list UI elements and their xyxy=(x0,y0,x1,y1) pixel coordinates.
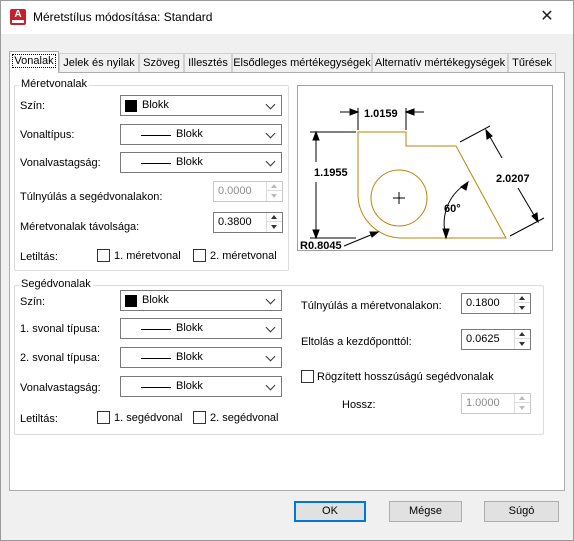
dim-color-value: Blokk xyxy=(142,99,169,111)
chevron-down-icon xyxy=(266,129,276,139)
dim-color-label: Szín: xyxy=(20,100,46,112)
ext-lineweight-combo[interactable]: Blokk xyxy=(120,376,282,397)
ext-linetype1-label: 1. svonal típusa: xyxy=(20,323,101,335)
ok-button[interactable]: OK xyxy=(294,501,366,522)
baseline-spacing-spinner[interactable]: 0.3800 xyxy=(213,212,283,233)
baseline-spacing-value: 0.3800 xyxy=(218,216,252,228)
dim-extend-spinner[interactable]: 0.0000 xyxy=(213,181,283,202)
tab-fit[interactable]: Illesztés xyxy=(184,53,232,72)
preview-geometry xyxy=(357,131,507,239)
linetype-sample xyxy=(141,329,171,330)
origin-offset-value: 0.0625 xyxy=(466,333,500,345)
linetype-sample xyxy=(141,358,171,359)
spin-down-icon[interactable] xyxy=(267,191,282,200)
dim-linetype-label: Vonaltípus: xyxy=(20,129,75,141)
preview-dim-left: 1.1955 xyxy=(314,167,348,179)
tab-symbols-arrows[interactable]: Jelek és nyilak xyxy=(59,53,139,72)
spin-up-icon[interactable] xyxy=(267,213,282,222)
tab-alternate-units[interactable]: Alternatív mértékegységek xyxy=(372,53,508,72)
spin-down-icon[interactable] xyxy=(267,222,282,231)
ext-extend-value: 0.1800 xyxy=(466,297,500,309)
ext-linetype2-combo[interactable]: Blokk xyxy=(120,347,282,368)
ext-linetype2-label: 2. svonal típusa: xyxy=(20,352,101,364)
dim-lineweight-value: Blokk xyxy=(176,156,203,168)
lineweight-sample xyxy=(141,387,171,388)
origin-offset-spinner[interactable]: 0.0625 xyxy=(461,329,531,350)
dim-linetype-value: Blokk xyxy=(176,128,203,140)
tab-text[interactable]: Szöveg xyxy=(139,53,184,72)
spin-up-icon[interactable] xyxy=(267,182,282,191)
dim-linetype-combo[interactable]: Blokk xyxy=(120,124,282,145)
spin-up-icon[interactable] xyxy=(515,294,530,303)
chevron-down-icon xyxy=(266,157,276,167)
dimension-lines-title: Méretvonalak xyxy=(19,78,90,90)
help-button[interactable]: Súgó xyxy=(484,501,559,522)
chevron-down-icon xyxy=(266,100,276,110)
tab-tolerances[interactable]: Tűrések xyxy=(508,53,556,72)
ext-color-combo[interactable]: Blokk xyxy=(120,290,282,311)
spin-down-icon[interactable] xyxy=(515,303,530,312)
suppress-ext-line-2-label[interactable]: 2. segédvonal xyxy=(210,412,279,424)
tab-primary-units[interactable]: Elsődleges mértékegységek xyxy=(232,53,372,72)
autocad-app-icon: A xyxy=(10,9,26,25)
preview-dim-right: 2.0207 xyxy=(496,173,530,185)
ext-linetype1-combo[interactable]: Blokk xyxy=(120,318,282,339)
chevron-down-icon xyxy=(266,352,276,362)
ext-color-value: Blokk xyxy=(142,294,169,306)
dialog-window: A Méretstílus módosítása: Standard ✕ Von… xyxy=(0,0,574,541)
ext-extend-spinner[interactable]: 0.1800 xyxy=(461,293,531,314)
suppress-dim-line-1-label[interactable]: 1. méretvonal xyxy=(114,250,181,262)
ext-suppress-label: Letiltás: xyxy=(20,413,58,425)
linetype-sample xyxy=(141,135,171,136)
suppress-ext-line-2-checkbox[interactable] xyxy=(193,411,206,424)
length-spinner[interactable]: 1.0000 xyxy=(461,393,531,414)
color-swatch xyxy=(125,295,137,307)
dim-extend-label: Túlnyúlás a segédvonalakon: xyxy=(20,191,163,203)
ext-linetype2-value: Blokk xyxy=(176,351,203,363)
dimension-preview-drawing: 1.0159 1.1955 2.0207 60° R0.8045 xyxy=(300,108,545,252)
lineweight-sample xyxy=(141,163,171,164)
spin-down-icon[interactable] xyxy=(515,339,530,348)
dim-lineweight-combo[interactable]: Blokk xyxy=(120,152,282,173)
spin-up-icon[interactable] xyxy=(515,394,530,403)
dim-suppress-label: Letiltás: xyxy=(20,251,58,263)
suppress-dim-line-2-label[interactable]: 2. méretvonal xyxy=(210,250,277,262)
ext-extend-label: Túlnyúlás a méretvonalakon: xyxy=(301,300,442,312)
extension-lines-title: Segédvonalak xyxy=(19,278,93,290)
cancel-button[interactable]: Mégse xyxy=(389,501,462,522)
color-swatch xyxy=(125,100,137,112)
chevron-down-icon xyxy=(266,381,276,391)
spin-up-icon[interactable] xyxy=(515,330,530,339)
dim-extend-value: 0.0000 xyxy=(218,185,252,197)
suppress-ext-line-1-checkbox[interactable] xyxy=(97,411,110,424)
window-title: Méretstílus módosítása: Standard xyxy=(33,10,213,24)
close-icon[interactable]: ✕ xyxy=(537,9,557,27)
fixed-length-checkbox[interactable] xyxy=(301,370,314,383)
length-label: Hossz: xyxy=(342,399,376,411)
ext-lineweight-label: Vonalvastagság: xyxy=(20,382,101,394)
suppress-dim-line-1-checkbox[interactable] xyxy=(97,249,110,262)
spin-down-icon[interactable] xyxy=(515,403,530,412)
title-bar: A Méretstílus módosítása: Standard ✕ xyxy=(1,1,573,34)
tab-lines[interactable]: Vonalak xyxy=(9,51,59,73)
preview-dim-radius: R0.8045 xyxy=(300,240,342,252)
chevron-down-icon xyxy=(266,295,276,305)
ext-lineweight-value: Blokk xyxy=(176,380,203,392)
dim-color-combo[interactable]: Blokk xyxy=(120,95,282,116)
chevron-down-icon xyxy=(266,323,276,333)
baseline-spacing-label: Méretvonalak távolsága: xyxy=(20,221,140,233)
suppress-dim-line-2-checkbox[interactable] xyxy=(193,249,206,262)
preview-dim-angle: 60° xyxy=(444,203,461,215)
dim-lineweight-label: Vonalvastagság: xyxy=(20,157,101,169)
ext-color-label: Szín: xyxy=(20,296,46,308)
preview-dim-top: 1.0159 xyxy=(364,108,398,120)
origin-offset-label: Eltolás a kezdőponttól: xyxy=(301,336,412,348)
ext-linetype1-value: Blokk xyxy=(176,322,203,334)
fixed-length-label[interactable]: Rögzített hosszúságú segédvonalak xyxy=(317,371,494,383)
length-value: 1.0000 xyxy=(466,397,500,409)
suppress-ext-line-1-label[interactable]: 1. segédvonal xyxy=(114,412,183,424)
preview-panel: 1.0159 1.1955 2.0207 60° R0.8045 xyxy=(297,85,553,252)
